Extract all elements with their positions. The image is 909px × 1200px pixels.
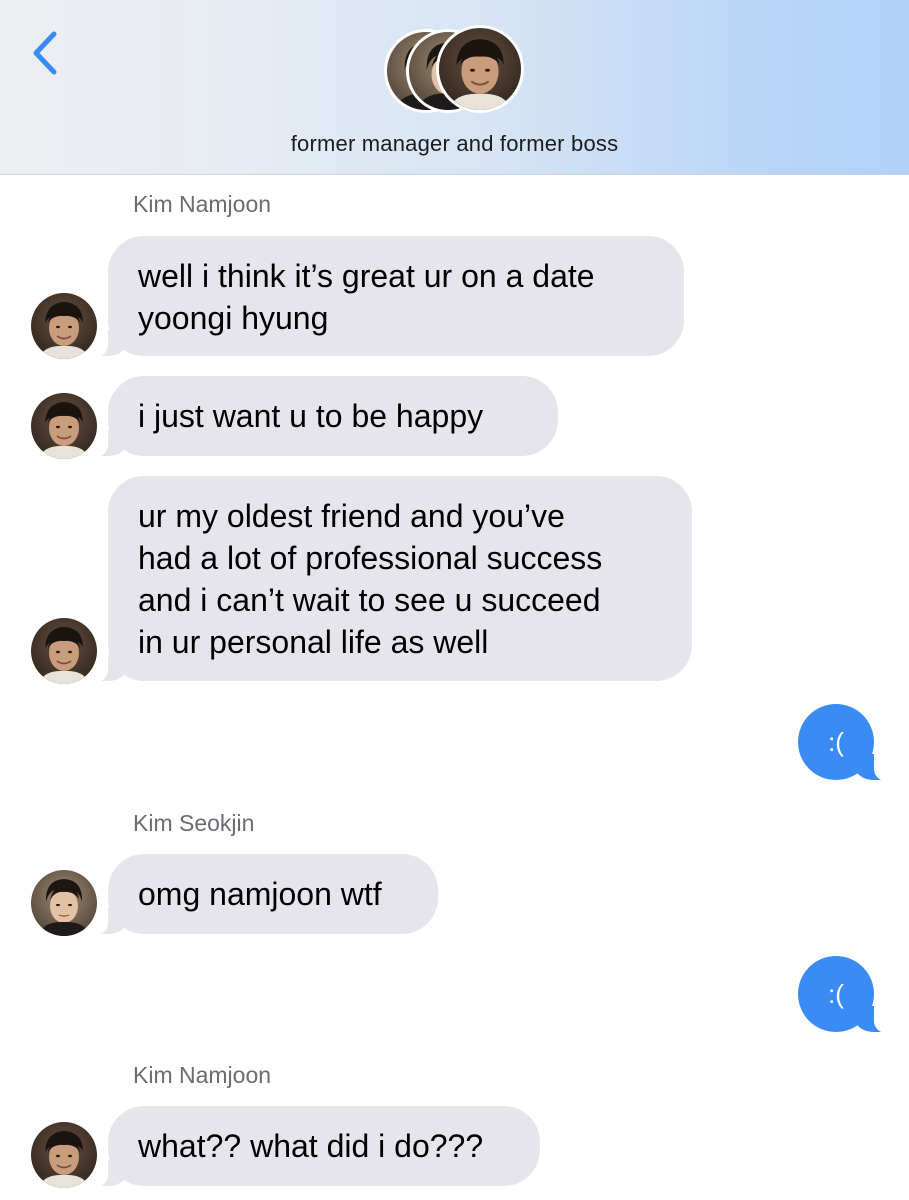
message-text: in ur personal life as well <box>138 624 489 660</box>
avatar[interactable] <box>31 293 97 359</box>
message-text: what?? what did i do??? <box>138 1128 484 1164</box>
sender-name: Kim Namjoon <box>133 1062 272 1088</box>
incoming-message-bubble[interactable]: omg namjoon wtf <box>88 854 438 935</box>
message-text: :( <box>828 979 844 1009</box>
avatar[interactable] <box>31 870 97 936</box>
outgoing-message-bubble[interactable]: :( <box>798 704 894 781</box>
group-avatar-stack[interactable] <box>384 25 524 117</box>
message-text: i just want u to be happy <box>138 398 484 434</box>
messages-screen: former manager and former boss Kim Namjo… <box>0 0 909 1200</box>
group-name[interactable]: former manager and former boss <box>0 131 909 157</box>
message-text: well i think it’s great ur on a date <box>138 258 595 294</box>
incoming-message-bubble[interactable]: ur my oldest friend and you’ve had a lot… <box>88 476 692 682</box>
message-text: ur my oldest friend and you’ve <box>138 498 565 534</box>
sender-name: Kim Seokjin <box>133 810 255 836</box>
message-text: yoongi hyung <box>138 300 329 336</box>
message-text: and i can’t wait to see u succeed <box>138 582 601 618</box>
member-avatar <box>436 25 524 113</box>
message-text: had a lot of professional success <box>138 540 603 576</box>
conversation-header: former manager and former boss <box>0 0 909 175</box>
incoming-message-bubble[interactable]: what?? what did i do??? <box>88 1106 540 1187</box>
avatar[interactable] <box>31 1122 97 1188</box>
avatar[interactable] <box>31 618 97 684</box>
chevron-left-icon <box>33 31 57 75</box>
outgoing-message-bubble[interactable]: :( <box>798 956 894 1033</box>
incoming-message-bubble[interactable]: well i think it’s great ur on a date yoo… <box>88 236 684 357</box>
message-text: omg namjoon wtf <box>138 876 382 912</box>
incoming-message-bubble[interactable]: i just want u to be happy <box>88 376 558 457</box>
message-text: :( <box>828 727 844 757</box>
avatar[interactable] <box>31 393 97 459</box>
back-button[interactable] <box>22 26 70 82</box>
sender-name: Kim Namjoon <box>133 191 272 217</box>
